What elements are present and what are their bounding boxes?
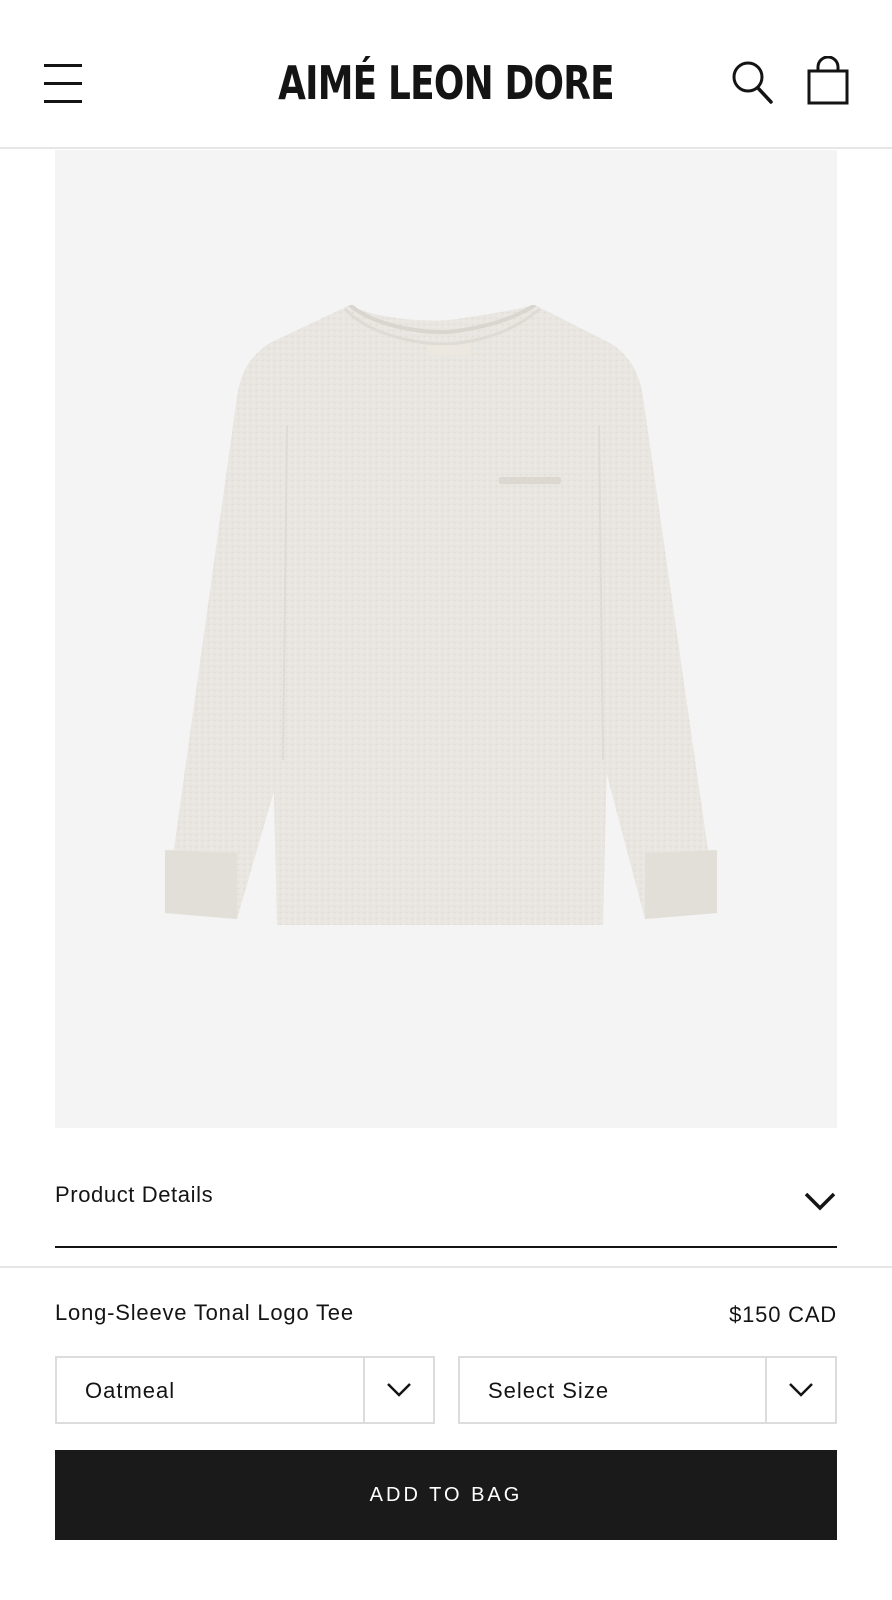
size-select-value: Select Size [488, 1378, 610, 1403]
product-image-gallery[interactable] [55, 150, 837, 1128]
menu-line [44, 82, 82, 85]
hamburger-menu-button[interactable] [44, 64, 84, 106]
shopping-bag-icon [807, 55, 849, 105]
search-button[interactable] [730, 58, 776, 106]
color-select[interactable]: Oatmeal [55, 1356, 435, 1424]
menu-line [44, 100, 82, 103]
product-name: Long-Sleeve Tonal Logo Tee [55, 1300, 354, 1325]
chevron-down-icon [804, 1192, 836, 1211]
search-icon [732, 61, 773, 104]
chevron-down-icon [789, 1383, 813, 1397]
menu-line [44, 64, 82, 67]
product-price: $150 CAD [729, 1302, 837, 1327]
product-details-label: Product Details [55, 1182, 214, 1207]
shopping-bag-button[interactable] [806, 55, 850, 106]
size-select[interactable]: Select Size [458, 1356, 837, 1424]
product-details-toggle[interactable]: Product Details [55, 1160, 837, 1248]
select-divider [765, 1358, 767, 1422]
add-to-bag-button[interactable]: ADD TO BAG [55, 1450, 837, 1540]
color-select-value: Oatmeal [85, 1378, 176, 1403]
chevron-down-icon [387, 1383, 411, 1397]
select-divider [363, 1358, 365, 1422]
product-photo [165, 305, 717, 925]
brand-logo[interactable]: AIMÉ LEON DORE [98, 56, 794, 110]
site-header: AIMÉ LEON DORE [0, 0, 892, 149]
purchase-panel: Long-Sleeve Tonal Logo Tee $150 CAD Oatm… [0, 1266, 892, 1600]
